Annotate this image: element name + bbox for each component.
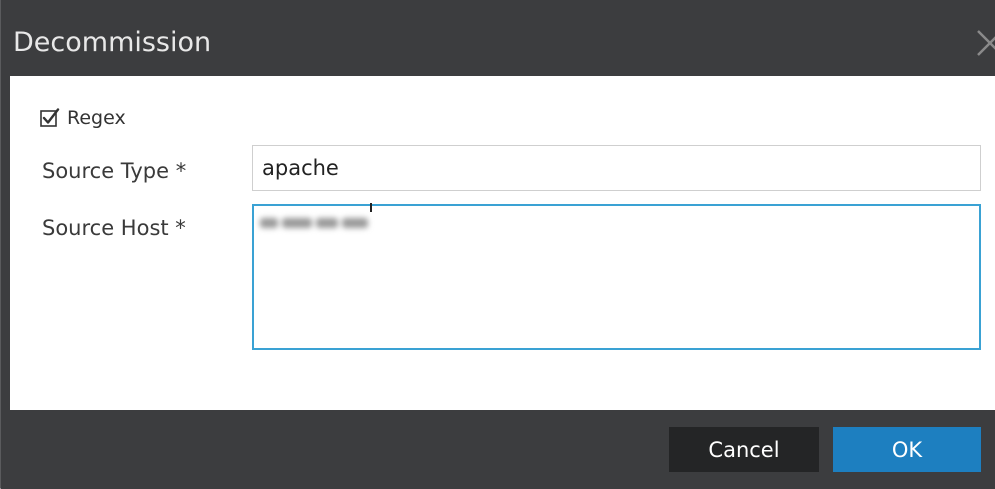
dialog-title: Decommission	[13, 27, 212, 58]
source-host-input[interactable]	[252, 204, 981, 350]
source-type-label: Source Type *	[42, 159, 187, 183]
ok-button[interactable]: OK	[833, 427, 981, 472]
regex-label: Regex	[67, 107, 126, 129]
source-host-label: Source Host *	[42, 216, 186, 240]
close-button[interactable]	[971, 22, 995, 62]
regex-checkbox-row[interactable]: Regex	[40, 104, 126, 132]
checkbox-checked-icon	[40, 108, 60, 127]
dialog-titlebar: Decommission	[1, 0, 995, 76]
dialog-footer: Cancel OK	[1, 410, 995, 489]
cancel-button[interactable]: Cancel	[669, 427, 819, 472]
text-caret	[370, 203, 372, 212]
decommission-dialog: Decommission Regex Source Type * Source …	[0, 0, 995, 489]
source-type-input[interactable]	[252, 145, 981, 191]
close-icon	[977, 30, 995, 56]
dialog-body: Regex Source Type * Source Host *	[10, 76, 995, 410]
regex-checkbox[interactable]	[40, 108, 60, 128]
